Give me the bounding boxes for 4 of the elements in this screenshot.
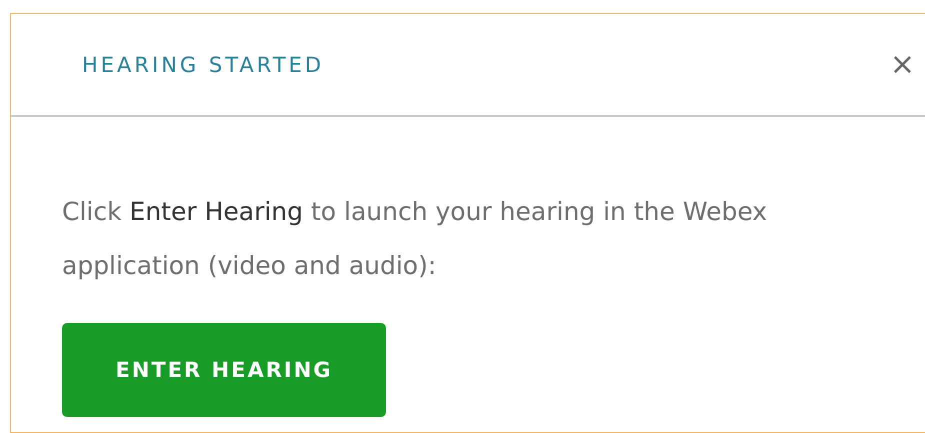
instruction-text: Click Enter Hearing to launch your hearing in the Webex application (video and audio): [62, 196, 768, 282]
enter-hearing-button[interactable]: ENTER HEARING [62, 323, 386, 417]
close-button[interactable]: × [890, 50, 915, 80]
dialog-title: HEARING STARTED [82, 52, 324, 76]
